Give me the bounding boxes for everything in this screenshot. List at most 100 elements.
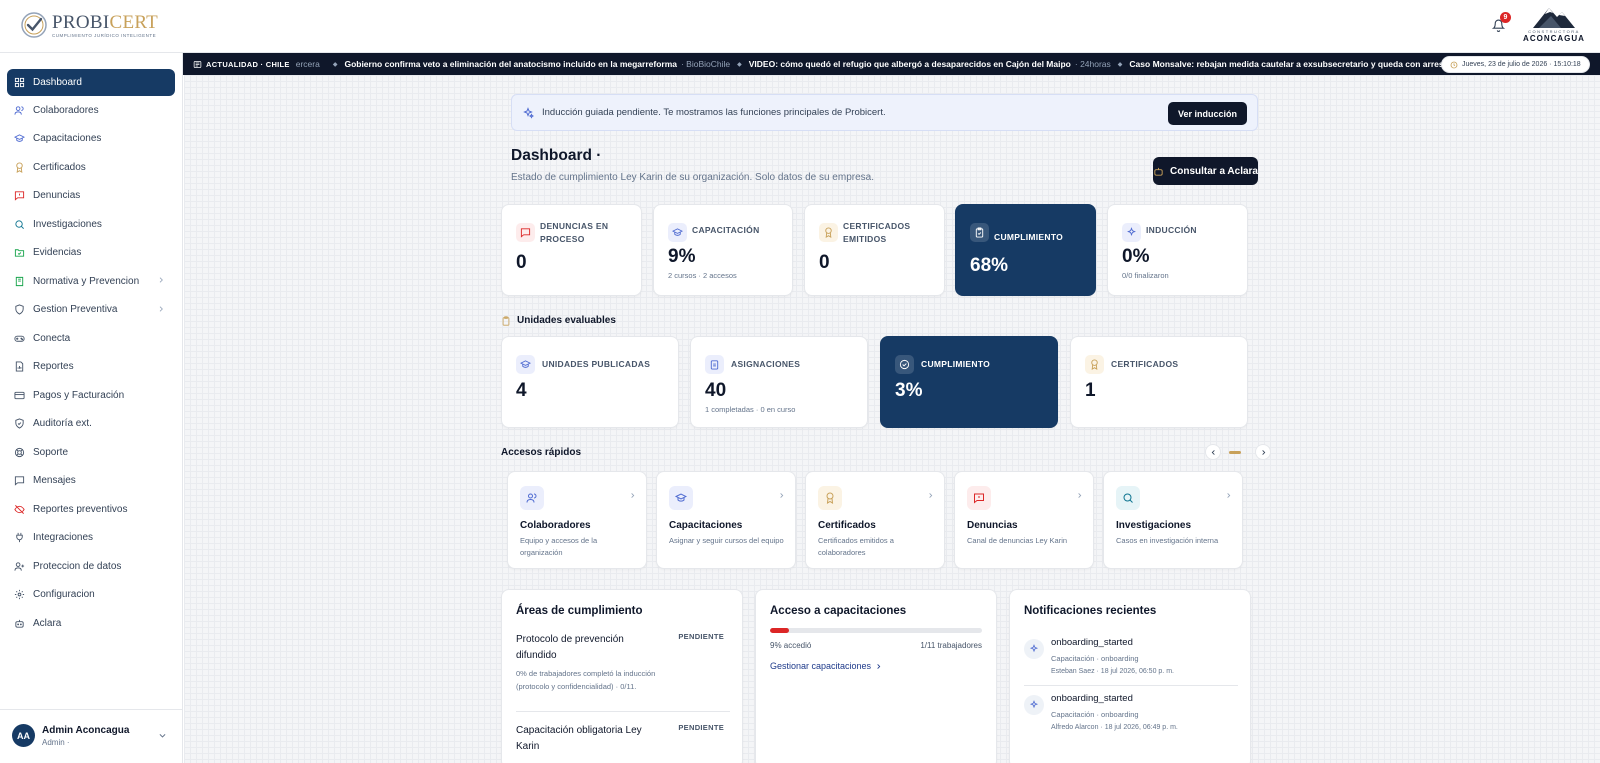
stat-card-induccion[interactable]: INDUCCIÓN 0% 0/0 finalizaron (1107, 204, 1248, 296)
sidebar-item-conecta[interactable]: Conecta (7, 324, 175, 353)
message-square-icon (14, 476, 25, 486)
sidebar-item-investigaciones[interactable]: Investigaciones (7, 210, 175, 239)
news-ticker: ACTUALIDAD · CHILE ercera ◆ Gobierno con… (183, 53, 1600, 75)
quick-card-capacitaciones[interactable]: Capacitaciones Asignar y seguir cursos d… (656, 471, 796, 569)
avatar: AA (12, 724, 35, 747)
logo-check-icon (21, 12, 47, 38)
carousel-prev-button[interactable] (1205, 444, 1221, 460)
stat-card-denuncias[interactable]: DENUNCIAS EN PROCESO 0 (501, 204, 642, 296)
area-item[interactable]: Capacitación obligatoria Ley Karin PENDI… (516, 723, 730, 755)
quick-title: Colaboradores (520, 520, 591, 531)
progress-right-text: 1/11 trabajadores (920, 641, 982, 650)
view-onboarding-button[interactable]: Ver inducción (1167, 102, 1247, 125)
sidebar-item-aclara[interactable]: Aclara (7, 609, 175, 638)
ticker-separator-icon: ◆ (332, 61, 338, 68)
notif-meta: Capacitación · onboarding (1051, 654, 1139, 663)
status-badge: PENDIENTE (678, 632, 724, 641)
sidebar-item-colaboradores[interactable]: Colaboradores (7, 96, 175, 125)
sidebar-item-dashboard[interactable]: Dashboard (7, 69, 175, 96)
quick-card-investigaciones[interactable]: Investigaciones Casos en investigación i… (1103, 471, 1243, 569)
grid-icon (14, 77, 25, 88)
sidebar-item-gestion-preventiva[interactable]: Gestion Preventiva (7, 296, 175, 325)
ticker-lead: ercera (295, 59, 320, 69)
sidebar-item-label: Capacitaciones (33, 133, 102, 145)
chevron-right-icon (159, 277, 163, 283)
quick-card-denuncias[interactable]: Denuncias Canal de denuncias Ley Karin (954, 471, 1094, 569)
main-content: Inducción guiada pendiente. Te mostramos… (184, 75, 1600, 763)
unit-card-certificados[interactable]: CERTIFICADOS 1 (1070, 336, 1248, 428)
clock-icon (1450, 61, 1458, 68)
notification-item[interactable]: onboarding_started Capacitación · onboar… (1024, 693, 1238, 749)
area-name: Capacitación obligatoria Ley Karin (516, 725, 642, 752)
ticker-headline[interactable]: VIDEO: cómo quedó el refugio que albergó… (749, 59, 1071, 69)
stat-card-capacitacion[interactable]: CAPACITACIÓN 9% 2 cursos · 2 accesos (653, 204, 793, 296)
bot-icon (15, 619, 24, 628)
ticker-headline[interactable]: Gobierno confirma veto a eliminación del… (344, 59, 677, 69)
search-icon (1123, 493, 1133, 503)
sidebar-item-integraciones[interactable]: Integraciones (7, 524, 175, 553)
banner-text: Inducción guiada pendiente. Te mostramos… (542, 107, 886, 118)
sidebar-item-label: Reportes (33, 361, 74, 373)
stat-card-cumplimiento[interactable]: CUMPLIMIENTO 68% (955, 204, 1096, 296)
sidebar-item-evidencias[interactable]: Evidencias (7, 239, 175, 268)
progress-fill (770, 628, 790, 633)
probicert-logo[interactable]: PROBICERT CUMPLIMIENTO JURÍDICO INTELIGE… (20, 11, 158, 39)
stat-label: ASIGNACIONES (731, 359, 801, 369)
sidebar-item-reportes-preventivos[interactable]: Reportes preventivos (7, 495, 175, 524)
unit-card-cumplimiento[interactable]: CUMPLIMIENTO 3% (880, 336, 1058, 428)
notif-author: Esteban Saez · 18 jul 2026, 06:50 p. m. (1051, 668, 1174, 675)
sidebar-item-reportes[interactable]: Reportes (7, 353, 175, 382)
sidebar-item-label: Aclara (33, 617, 62, 629)
sidebar-item-label: Soporte (33, 446, 69, 458)
logo-tagline: CUMPLIMIENTO JURÍDICO INTELIGENTE (52, 32, 157, 38)
unit-card-asignaciones[interactable]: ASIGNACIONES 40 1 completadas · 0 en cur… (690, 336, 868, 428)
manage-trainings-link[interactable]: Gestionar capacitaciones (770, 661, 882, 671)
sidebar-item-pagos[interactable]: Pagos y Facturación (7, 381, 175, 410)
bot-icon (1154, 167, 1163, 176)
sidebar-item-normativa[interactable]: Normativa y Prevencion (7, 267, 175, 296)
sidebar-item-label: Integraciones (33, 532, 94, 544)
users-icon (14, 106, 24, 115)
area-item[interactable]: Protocolo de prevención difundido 0% de … (516, 632, 730, 693)
stat-card-certificados[interactable]: CERTIFICADOS EMITIDOS 0 (804, 204, 945, 296)
sidebar-item-denuncias[interactable]: Denuncias (7, 182, 175, 211)
ticker-headline[interactable]: Caso Monsalve: rebajan medida cautelar a… (1129, 59, 1472, 69)
stat-label: DENUNCIAS EN PROCESO (540, 221, 609, 244)
notif-title: onboarding_started (1051, 693, 1133, 704)
notif-icon-bg (1024, 695, 1044, 715)
stat-label: CAPACITACIÓN (692, 225, 760, 235)
sidebar-item-certificados[interactable]: Certificados (7, 153, 175, 182)
quick-desc: Asignar y seguir cursos del equipo (669, 536, 784, 545)
quick-title: Investigaciones (1116, 520, 1192, 531)
user-role: Admin · (42, 738, 70, 747)
sidebar-item-soporte[interactable]: Soporte (7, 438, 175, 467)
user-name: Admin Aconcagua (42, 725, 130, 736)
carousel-next-button[interactable] (1255, 444, 1271, 460)
award-icon (826, 492, 834, 504)
eye-off-icon (14, 504, 25, 514)
sidebar-item-label: Dashboard (33, 77, 82, 88)
stat-label: CERTIFICADOS EMITIDOS (843, 221, 911, 244)
ask-aclara-button[interactable]: Consultar a Aclara (1153, 157, 1258, 185)
sidebar-item-proteccion-datos[interactable]: Proteccion de datos (7, 552, 175, 581)
stat-value: 68% (970, 255, 1009, 276)
message-alert-icon (974, 493, 984, 504)
sidebar-item-configuracion[interactable]: Configuracion (7, 581, 175, 610)
chevron-right-icon (1227, 493, 1231, 498)
compliance-areas-panel: Áreas de cumplimiento Protocolo de preve… (501, 589, 743, 763)
user-menu[interactable]: AA Admin Aconcagua Admin · (0, 709, 183, 763)
sidebar-item-label: Normativa y Prevencion (33, 275, 140, 287)
panel-title: Notificaciones recientes (1024, 605, 1157, 617)
sidebar-item-auditoria[interactable]: Auditoría ext. (7, 410, 175, 439)
file-report-icon (15, 361, 24, 372)
stat-icon-bg (516, 223, 535, 242)
mountain-logo-icon (1533, 8, 1575, 28)
stat-sub: 0/0 finalizaron (1122, 271, 1169, 280)
sidebar-item-capacitaciones[interactable]: Capacitaciones (7, 125, 175, 154)
quick-card-certificados[interactable]: Certificados Certificados emitidos a col… (805, 471, 945, 569)
stat-sub: 1 completadas · 0 en curso (705, 405, 796, 414)
unit-card-publicadas[interactable]: UNIDADES PUBLICADAS 4 (501, 336, 679, 428)
sidebar-item-mensajes[interactable]: Mensajes (7, 467, 175, 496)
quick-card-colaboradores[interactable]: Colaboradores Equipo y accesos de la org… (507, 471, 647, 569)
stat-label: CUMPLIMIENTO (994, 232, 1064, 242)
